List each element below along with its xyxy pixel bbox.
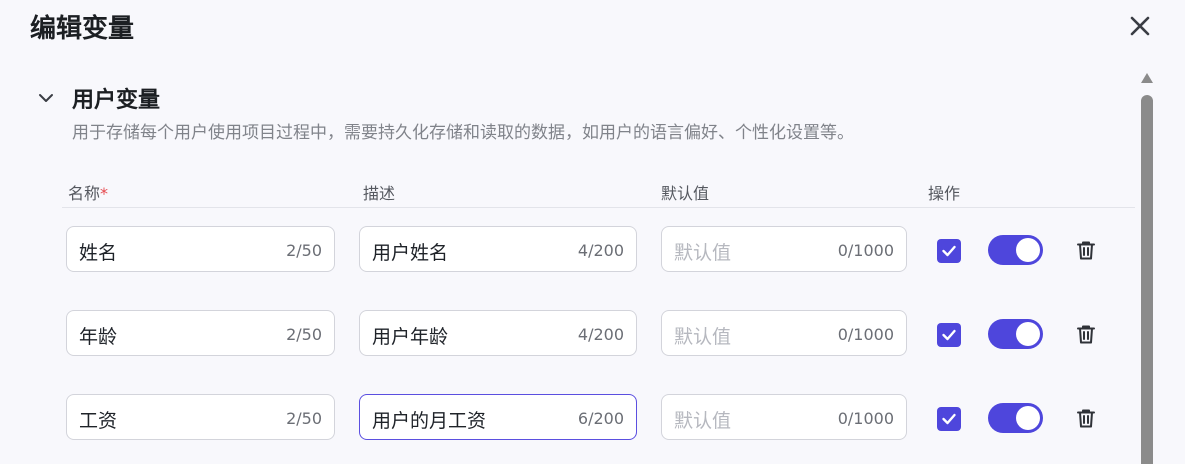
char-counter: 4/200 (577, 241, 624, 260)
trash-icon[interactable] (1075, 323, 1097, 345)
enable-toggle[interactable] (988, 235, 1043, 265)
char-counter: 2/50 (286, 241, 322, 260)
toggle-knob (1016, 406, 1040, 430)
column-header-name-label: 名称 (68, 184, 101, 203)
trash-icon[interactable] (1075, 407, 1097, 429)
default-value-input[interactable]: 默认值 0/1000 (661, 226, 907, 272)
default-value-input[interactable]: 默认值 0/1000 (661, 394, 907, 440)
row-checkbox[interactable] (937, 323, 961, 347)
default-value-placeholder: 默认值 (674, 326, 732, 348)
toggle-knob (1016, 322, 1040, 346)
default-value-placeholder: 默认值 (674, 242, 732, 264)
close-icon[interactable] (1126, 12, 1154, 40)
char-counter: 2/50 (286, 325, 322, 344)
char-counter: 0/1000 (837, 409, 894, 428)
chevron-down-icon[interactable] (36, 88, 56, 108)
char-counter: 0/1000 (837, 241, 894, 260)
variable-name-value: 年龄 (79, 326, 118, 348)
enable-toggle[interactable] (988, 403, 1043, 433)
default-value-input[interactable]: 默认值 0/1000 (661, 310, 907, 356)
column-header-default: 默认值 (661, 184, 710, 203)
enable-toggle[interactable] (988, 319, 1043, 349)
section-description: 用于存储每个用户使用项目过程中，需要持久化存储和读取的数据，如用户的语言偏好、个… (72, 123, 854, 143)
variable-description-input[interactable]: 用户的月工资 6/200 (359, 394, 637, 440)
char-counter: 4/200 (577, 325, 624, 344)
check-icon (942, 245, 956, 257)
variable-description-input[interactable]: 用户年龄 4/200 (359, 310, 637, 356)
variable-description-value: 用户姓名 (372, 242, 449, 264)
scroll-up-arrow[interactable] (1140, 72, 1154, 84)
variable-description-value: 用户的月工资 (372, 410, 487, 432)
variable-name-input[interactable]: 姓名 2/50 (66, 226, 335, 272)
variable-name-input[interactable]: 工资 2/50 (66, 394, 335, 440)
variable-name-value: 姓名 (79, 242, 118, 264)
column-header-actions: 操作 (928, 184, 961, 203)
required-mark: * (100, 184, 109, 203)
variable-description-input[interactable]: 用户姓名 4/200 (359, 226, 637, 272)
dialog-title: 编辑变量 (30, 14, 135, 44)
char-counter: 2/50 (286, 409, 322, 428)
row-checkbox[interactable] (937, 407, 961, 431)
variable-name-input[interactable]: 年龄 2/50 (66, 310, 335, 356)
char-counter: 0/1000 (837, 325, 894, 344)
row-checkbox[interactable] (937, 239, 961, 263)
column-header-name: 名称* (68, 180, 108, 204)
section-title: 用户变量 (72, 88, 161, 113)
char-counter: 6/200 (577, 409, 624, 428)
trash-icon[interactable] (1075, 239, 1097, 261)
check-icon (942, 413, 956, 425)
header-divider (62, 207, 1135, 208)
column-header-description: 描述 (363, 184, 396, 203)
variable-description-value: 用户年龄 (372, 326, 449, 348)
toggle-knob (1016, 238, 1040, 262)
variable-name-value: 工资 (79, 410, 118, 432)
check-icon (942, 329, 956, 341)
scrollbar-thumb[interactable] (1141, 95, 1153, 464)
default-value-placeholder: 默认值 (674, 410, 732, 432)
